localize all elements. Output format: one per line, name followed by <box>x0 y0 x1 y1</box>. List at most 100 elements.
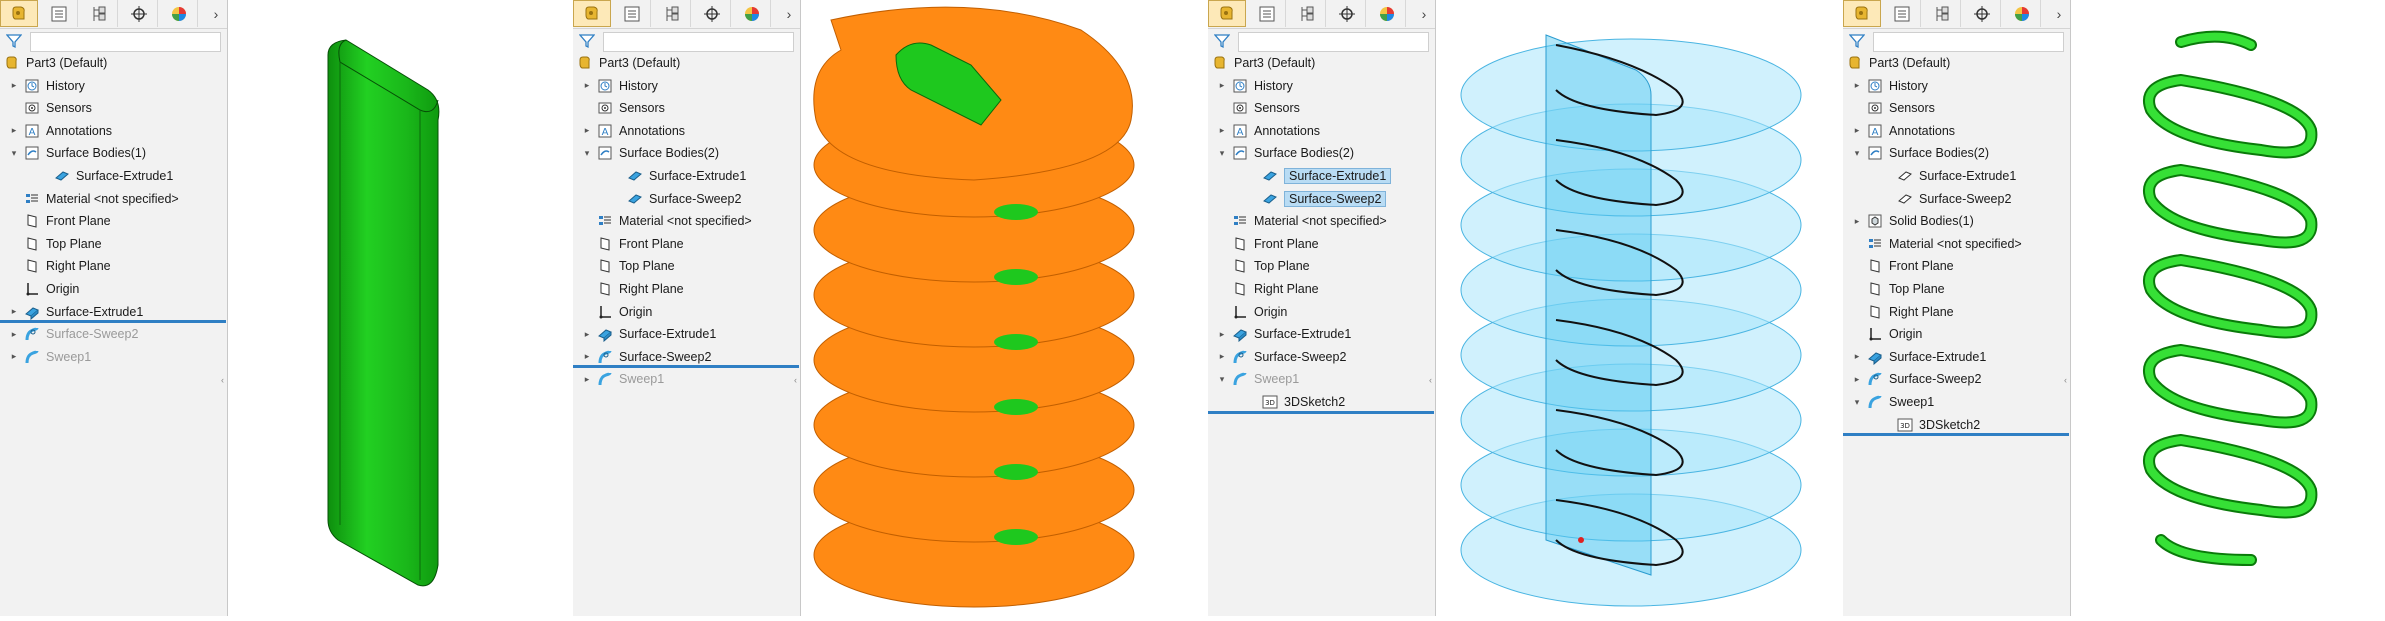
expand-arrow-icon[interactable]: ▸ <box>581 328 593 340</box>
tree-item-sweep1[interactable]: ▾ Sweep1 <box>1851 391 1934 413</box>
dimxpert-manager-tab[interactable] <box>693 0 731 27</box>
panel-splitter-grip-icon[interactable]: ‹ <box>1429 375 1435 389</box>
expand-arrow-icon[interactable]: ▸ <box>1851 373 1863 385</box>
tree-item-top-plane[interactable]: Top Plane <box>581 255 675 277</box>
expand-arrow-icon[interactable]: ▸ <box>8 125 20 137</box>
tree-item-sensors[interactable]: Sensors <box>1216 97 1300 119</box>
tree-item-surface-sweep2[interactable]: ▸ Surface-Sweep2 <box>1216 346 1347 368</box>
tree-item-annotations[interactable]: ▸ A Annotations <box>8 120 112 142</box>
tree-item-history[interactable]: ▸ History <box>1216 75 1293 97</box>
tree-item-origin[interactable]: Origin <box>8 278 79 300</box>
tree-item-sensors[interactable]: Sensors <box>8 97 92 119</box>
rollback-bar[interactable] <box>1208 410 1434 414</box>
configuration-manager-tab[interactable] <box>1923 0 1961 27</box>
tree-item-surface-extrude1[interactable]: ▸ Surface-Extrude1 <box>1216 323 1351 345</box>
expand-arrow-icon[interactable]: ▸ <box>8 306 20 318</box>
panel-splitter-grip-icon[interactable]: ‹ <box>2064 375 2070 389</box>
feature-manager-tab[interactable] <box>573 0 611 27</box>
expand-arrow-icon[interactable]: ▸ <box>581 373 593 385</box>
dimxpert-manager-tab[interactable] <box>120 0 158 27</box>
rollback-bar[interactable] <box>0 320 226 324</box>
expand-arrow-icon[interactable]: ▸ <box>1851 215 1863 227</box>
toolbar-scroll-arrow-icon[interactable]: › <box>1413 0 1435 27</box>
expand-arrow-icon[interactable]: ▸ <box>1216 351 1228 363</box>
collapse-arrow-icon[interactable]: ▾ <box>1851 396 1863 408</box>
dimxpert-manager-tab[interactable] <box>1963 0 2001 27</box>
configuration-manager-tab[interactable] <box>1288 0 1326 27</box>
tree-item-history[interactable]: ▸ History <box>1851 75 1928 97</box>
tree-root-part[interactable]: Part3 (Default) <box>1212 52 1315 74</box>
tree-item-sensors[interactable]: Sensors <box>581 97 665 119</box>
tree-item-material-not-specified[interactable]: Material <not specified> <box>581 210 752 232</box>
tree-item-surface-sweep2[interactable]: Surface-Sweep2 <box>1246 188 1387 210</box>
toolbar-scroll-arrow-icon[interactable]: › <box>205 0 227 27</box>
filter-input[interactable] <box>603 32 794 52</box>
tree-item-surface-extrude1[interactable]: ▸ Surface-Extrude1 <box>581 323 716 345</box>
collapse-arrow-icon[interactable]: ▾ <box>1851 147 1863 159</box>
tree-item-surface-sweep2[interactable]: ▸ Surface-Sweep2 <box>8 323 139 345</box>
property-manager-tab[interactable] <box>613 0 651 27</box>
tree-item-origin[interactable]: Origin <box>581 301 652 323</box>
tree-item-sweep1[interactable]: ▸ Sweep1 <box>8 346 91 368</box>
tree-item-surface-bodies-2[interactable]: ▾ Surface Bodies(2) <box>1216 142 1354 164</box>
graphics-area-1[interactable] <box>228 0 573 616</box>
dimxpert-manager-tab[interactable] <box>1328 0 1366 27</box>
tree-item-surface-extrude1[interactable]: Surface-Extrude1 <box>611 165 746 187</box>
tree-item-top-plane[interactable]: Top Plane <box>8 233 102 255</box>
rollback-bar[interactable] <box>573 365 799 369</box>
property-manager-tab[interactable] <box>40 0 78 27</box>
configuration-manager-tab[interactable] <box>80 0 118 27</box>
tree-item-annotations[interactable]: ▸ A Annotations <box>1216 120 1320 142</box>
tree-item-surface-extrude1[interactable]: ▸ Surface-Extrude1 <box>1851 346 1986 368</box>
tree-item-right-plane[interactable]: Right Plane <box>8 255 111 277</box>
tree-item-front-plane[interactable]: Front Plane <box>8 210 111 232</box>
filter-icon[interactable] <box>6 33 22 49</box>
tree-item-sweep1[interactable]: ▸ Sweep1 <box>581 368 664 390</box>
filter-icon[interactable] <box>1849 33 1865 49</box>
toolbar-scroll-arrow-icon[interactable]: › <box>2048 0 2070 27</box>
feature-manager-tab[interactable] <box>1843 0 1881 27</box>
toolbar-scroll-arrow-icon[interactable]: › <box>778 0 800 27</box>
graphics-area-2[interactable] <box>801 0 1208 616</box>
expand-arrow-icon[interactable]: ▸ <box>1216 125 1228 137</box>
tree-item-surface-bodies-1[interactable]: ▾ Surface Bodies(1) <box>8 142 146 164</box>
configuration-manager-tab[interactable] <box>653 0 691 27</box>
tree-item-sweep1[interactable]: ▾ Sweep1 <box>1216 368 1299 390</box>
tree-item-right-plane[interactable]: Right Plane <box>1851 301 1954 323</box>
tree-item-solid-bodies-1[interactable]: ▸ Solid Bodies(1) <box>1851 210 1974 232</box>
tree-item-right-plane[interactable]: Right Plane <box>1216 278 1319 300</box>
collapse-arrow-icon[interactable]: ▾ <box>581 147 593 159</box>
display-manager-tab[interactable] <box>160 0 198 27</box>
expand-arrow-icon[interactable]: ▸ <box>581 80 593 92</box>
tree-item-surface-bodies-2[interactable]: ▾ Surface Bodies(2) <box>581 142 719 164</box>
tree-item-top-plane[interactable]: Top Plane <box>1851 278 1945 300</box>
collapse-arrow-icon[interactable]: ▾ <box>8 147 20 159</box>
display-manager-tab[interactable] <box>1368 0 1406 27</box>
tree-item-annotations[interactable]: ▸ A Annotations <box>1851 120 1955 142</box>
expand-arrow-icon[interactable]: ▸ <box>1216 80 1228 92</box>
tree-item-origin[interactable]: Origin <box>1851 323 1922 345</box>
filter-icon[interactable] <box>579 33 595 49</box>
feature-manager-tab[interactable] <box>1208 0 1246 27</box>
tree-item-surface-sweep2[interactable]: Surface-Sweep2 <box>1881 188 2011 210</box>
display-manager-tab[interactable] <box>2003 0 2041 27</box>
tree-item-surface-extrude1[interactable]: Surface-Extrude1 <box>1246 165 1392 187</box>
expand-arrow-icon[interactable]: ▸ <box>1851 80 1863 92</box>
panel-splitter-grip-icon[interactable]: ‹ <box>794 375 800 389</box>
tree-item-top-plane[interactable]: Top Plane <box>1216 255 1310 277</box>
expand-arrow-icon[interactable]: ▸ <box>1851 351 1863 363</box>
feature-manager-tab[interactable] <box>0 0 38 27</box>
expand-arrow-icon[interactable]: ▸ <box>581 125 593 137</box>
filter-input[interactable] <box>1873 32 2064 52</box>
tree-item-history[interactable]: ▸ History <box>581 75 658 97</box>
expand-arrow-icon[interactable]: ▸ <box>1216 328 1228 340</box>
tree-item-material-not-specified[interactable]: Material <not specified> <box>1851 233 2022 255</box>
tree-item-origin[interactable]: Origin <box>1216 301 1287 323</box>
tree-item-front-plane[interactable]: Front Plane <box>581 233 684 255</box>
expand-arrow-icon[interactable]: ▸ <box>1851 125 1863 137</box>
tree-item-material-not-specified[interactable]: Material <not specified> <box>1216 210 1387 232</box>
tree-item-annotations[interactable]: ▸ A Annotations <box>581 120 685 142</box>
tree-root-part[interactable]: Part3 (Default) <box>4 52 107 74</box>
rollback-bar[interactable] <box>1843 433 2069 437</box>
tree-item-surface-extrude1[interactable]: Surface-Extrude1 <box>38 165 173 187</box>
